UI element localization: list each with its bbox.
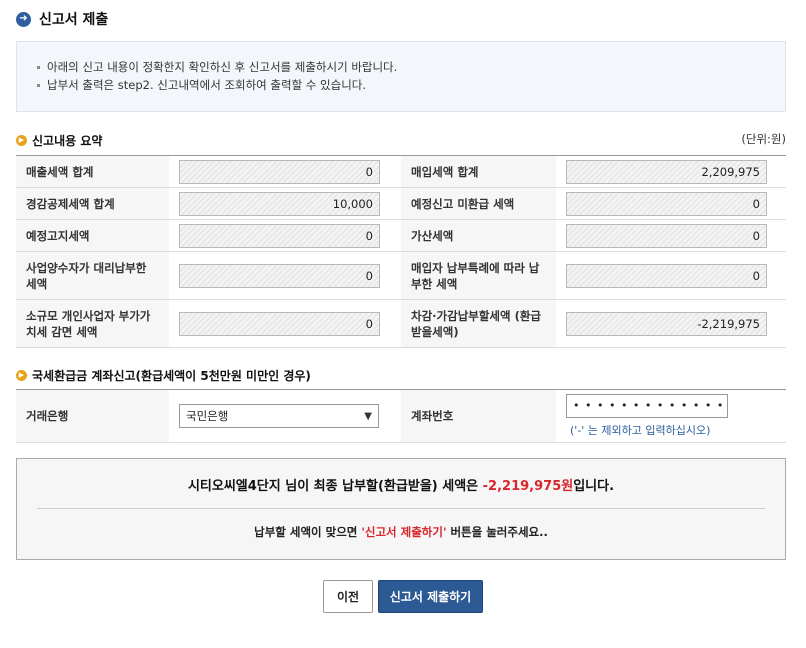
table-row: 예정고지세액 0 가산세액 0 [16,219,786,252]
page-header: ➜ 신고서 제출 [16,8,108,30]
submit-instruction: 납부할 세액이 맞으면 '신고서 제출하기' 버튼을 눌러주세요.. [254,525,548,539]
table-row: 거래은행 국민은행 ▼ 계좌번호 • • • • • • • • • • • •… [16,389,786,443]
summary-table: 매출세액 합계 0 매입세액 합계 2,209,975 경감공제세액 합계 10… [16,155,786,348]
row-label: 예정고지세액 [16,219,169,252]
net-payable-tax-field: -2,219,975 [566,311,767,336]
chevron-down-icon: ▼ [364,410,372,422]
divider [37,508,765,509]
bank-label: 거래은행 [16,389,169,443]
small-business-reduction-field: 0 [179,311,380,336]
prev-button[interactable]: 이전 [323,580,373,613]
row-label: 매입자 납부특례에 따라 납부한 세액 [401,251,556,300]
bank-select[interactable]: 국민은행 ▼ [179,404,379,428]
table-row: 매출세액 합계 0 매입세액 합계 2,209,975 [16,155,786,188]
account-number-input[interactable]: • • • • • • • • • • • • • • • [566,394,728,418]
row-label: 경감공제세액 합계 [16,187,169,220]
refund-table: 거래은행 국민은행 ▼ 계좌번호 • • • • • • • • • • • •… [16,389,786,443]
final-tax-amount: -2,219,975원 [482,479,574,494]
submit-return-button[interactable]: 신고서 제출하기 [378,580,483,613]
unrefunded-tax-field: 0 [566,191,767,216]
table-row: 소규모 개인사업자 부가가치세 감면 세액 0 차감·가감납부할세액 (환급받을… [16,299,786,348]
deduction-total-field: 10,000 [179,191,380,216]
row-label: 사업양수자가 대리납부한 세액 [16,251,169,300]
buyer-special-tax-field: 0 [566,263,767,288]
notice-line: 납부서 출력은 step2. 신고내역에서 조회하여 출력할 수 있습니다. [37,76,765,94]
purchase-tax-total-field: 2,209,975 [566,159,767,184]
arrow-right-circle-icon: ➜ [16,11,31,27]
row-label: 예정신고 미환급 세액 [401,187,556,220]
bank-select-value: 국민은행 [186,409,229,423]
row-label: 차감·가감납부할세액 (환급받을세액) [401,299,556,348]
notice-box: 아래의 신고 내용이 정확한지 확인하신 후 신고서를 제출하시기 바랍니다. … [16,41,786,112]
proxy-paid-tax-field: 0 [179,263,380,288]
row-label: 가산세액 [401,219,556,252]
penalty-tax-field: 0 [566,223,767,248]
refund-section-title: ▶ 국세환급금 계좌신고(환급세액이 5천만원 미만인 경우) [16,366,311,384]
section-bullet-icon: ▶ [16,134,27,146]
section-bullet-icon: ▶ [16,369,27,381]
account-label: 계좌번호 [401,389,556,443]
account-hint: ('-' 는 제외하고 입력하십시오) [570,424,711,437]
result-box: 시티오씨엘4단지 님이 최종 납부할(환급받을) 세액은 -2,219,975원… [16,458,786,560]
row-label: 소규모 개인사업자 부가가치세 감면 세액 [16,299,169,348]
table-row: 경감공제세액 합계 10,000 예정신고 미환급 세액 0 [16,187,786,220]
unit-label: (단위:원) [741,132,786,146]
row-label: 매출세액 합계 [16,155,169,188]
notified-tax-field: 0 [179,223,380,248]
row-label: 매입세액 합계 [401,155,556,188]
sales-tax-total-field: 0 [179,159,380,184]
summary-section-title: ▶ 신고내용 요약 [16,131,102,149]
notice-line: 아래의 신고 내용이 정확한지 확인하신 후 신고서를 제출하시기 바랍니다. [37,58,765,76]
page-title: 신고서 제출 [39,12,109,28]
table-row: 사업양수자가 대리납부한 세액 0 매입자 납부특례에 따라 납부한 세액 0 [16,251,786,300]
final-tax-message: 시티오씨엘4단지 님이 최종 납부할(환급받을) 세액은 -2,219,975원… [187,479,615,494]
